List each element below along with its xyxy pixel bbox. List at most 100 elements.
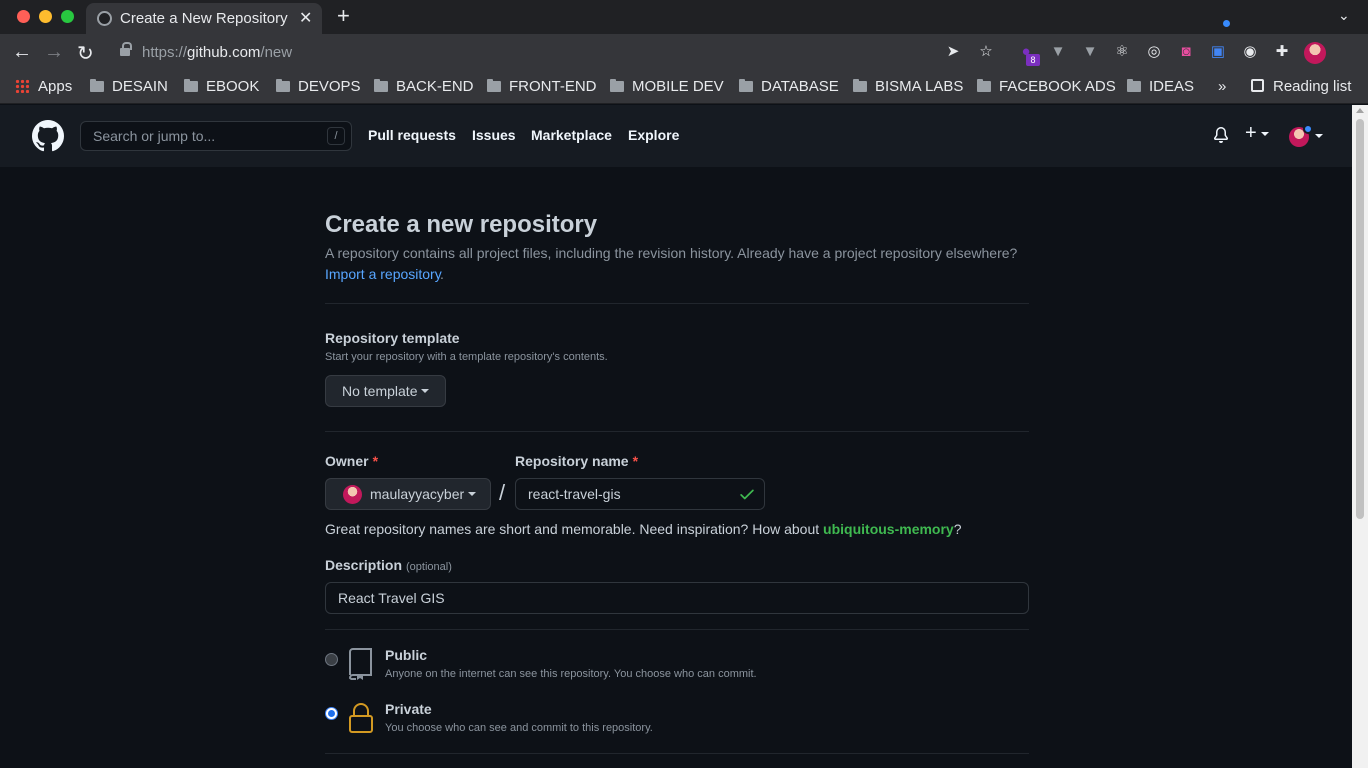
browser-tab-bar: Create a New Repository ✕ + ⌄ bbox=[0, 0, 1368, 34]
target-extension-icon[interactable]: ◎ bbox=[1145, 43, 1163, 61]
url-path: /new bbox=[260, 44, 293, 61]
template-select-button[interactable]: No template bbox=[325, 375, 446, 407]
lock-icon[interactable] bbox=[120, 42, 132, 58]
caret-down-icon bbox=[468, 492, 477, 496]
bookmark-folder[interactable]: EBOOK bbox=[184, 78, 259, 95]
visibility-public-title: Public bbox=[385, 647, 428, 663]
url-host: github.com bbox=[187, 44, 261, 61]
github-favicon-icon bbox=[97, 11, 112, 26]
nav-pull-requests[interactable]: Pull requests bbox=[368, 127, 456, 143]
folder-icon bbox=[610, 79, 624, 92]
vue-devtools-icon[interactable]: ▼ bbox=[1049, 43, 1067, 61]
tab-close-icon[interactable]: ✕ bbox=[299, 8, 312, 28]
divider bbox=[325, 629, 1029, 630]
nav-issues[interactable]: Issues bbox=[472, 127, 516, 143]
template-note: Start your repository with a template re… bbox=[325, 351, 608, 363]
owner-label: Owner * bbox=[325, 453, 379, 469]
bookmark-folder[interactable]: DEVOPS bbox=[276, 78, 361, 95]
check-icon bbox=[740, 489, 754, 500]
bookmark-folder[interactable]: DESAIN bbox=[90, 78, 168, 95]
nav-marketplace[interactable]: Marketplace bbox=[531, 127, 612, 143]
back-arrow-icon[interactable]: ← bbox=[12, 41, 32, 64]
extension-badge: 8 bbox=[1026, 54, 1040, 66]
bookmark-folder[interactable]: BACK-END bbox=[374, 78, 474, 95]
color-picker-icon[interactable]: ◙ bbox=[1177, 43, 1195, 61]
visibility-private-desc: You choose who can see and commit to thi… bbox=[385, 722, 653, 734]
bookmark-star-icon[interactable]: ☆ bbox=[977, 43, 995, 61]
github-header: / Pull requests Issues Marketplace Explo… bbox=[0, 105, 1352, 167]
owner-repo-separator: / bbox=[499, 480, 506, 505]
owner-select-button[interactable]: maulayyacyber bbox=[325, 478, 491, 510]
reload-icon[interactable]: ↻ bbox=[77, 41, 94, 66]
extensions-puzzle-icon[interactable]: ✚ bbox=[1273, 43, 1291, 61]
browser-toolbar: ← → ↻ https://github.com/new ➤ ☆ ● ▼ ▼ ⚛… bbox=[0, 34, 1368, 95]
page-subtitle: A repository contains all project files,… bbox=[325, 245, 1018, 261]
scroll-thumb[interactable] bbox=[1356, 119, 1364, 519]
divider bbox=[325, 431, 1029, 432]
page-title: Create a new repository bbox=[325, 211, 598, 238]
bookmark-apps[interactable]: Apps bbox=[15, 78, 72, 95]
folder-icon bbox=[853, 79, 867, 92]
forward-arrow-icon[interactable]: → bbox=[44, 41, 64, 64]
bookmark-folder[interactable]: FRONT-END bbox=[487, 78, 597, 95]
folder-icon bbox=[374, 79, 388, 92]
description-input[interactable] bbox=[325, 582, 1029, 614]
bookmark-folder[interactable]: FACEBOOK ADS bbox=[977, 78, 1116, 95]
window-maximize-button[interactable] bbox=[61, 10, 74, 23]
folder-icon bbox=[90, 79, 104, 92]
bookmark-folder[interactable]: BISMA LABS bbox=[853, 78, 963, 95]
reading-list-icon bbox=[1251, 79, 1264, 92]
folder-icon bbox=[739, 79, 753, 92]
caret-down-icon[interactable] bbox=[1311, 128, 1323, 146]
bookmarks-overflow-chevron[interactable]: » bbox=[1218, 78, 1226, 95]
reading-list[interactable]: Reading list bbox=[1251, 78, 1351, 95]
divider bbox=[325, 303, 1029, 304]
nav-explore[interactable]: Explore bbox=[628, 127, 679, 143]
folder-icon bbox=[276, 79, 290, 92]
notifications-bell-icon[interactable] bbox=[1213, 127, 1229, 143]
visibility-public-radio[interactable] bbox=[325, 653, 338, 666]
google-translate-icon[interactable]: ▣ bbox=[1209, 43, 1227, 61]
send-icon[interactable]: ➤ bbox=[944, 43, 962, 61]
page-scrollbar[interactable] bbox=[1352, 105, 1368, 768]
scroll-up-arrow-icon[interactable] bbox=[1356, 108, 1364, 113]
visibility-private-radio[interactable] bbox=[325, 707, 338, 720]
folder-icon bbox=[184, 79, 198, 92]
import-repository-link[interactable]: Import a repository bbox=[325, 266, 442, 282]
search-input[interactable] bbox=[81, 122, 321, 150]
tab-title: Create a New Repository bbox=[120, 10, 288, 27]
required-marker: * bbox=[372, 453, 379, 469]
name-suggestion: Great repository names are short and mem… bbox=[325, 521, 962, 537]
vue-devtools-2-icon[interactable]: ▼ bbox=[1081, 43, 1099, 61]
extension-circle-icon[interactable]: ◉ bbox=[1241, 43, 1259, 61]
notification-dot bbox=[1223, 20, 1230, 27]
bookmarks-bar: Apps DESAIN EBOOK DEVOPS BACK-END FRONT-… bbox=[0, 72, 1368, 104]
search-box[interactable]: / bbox=[80, 121, 352, 151]
new-tab-button[interactable]: + bbox=[337, 3, 350, 29]
browser-tab[interactable]: Create a New Repository ✕ bbox=[86, 3, 322, 34]
create-new-menu[interactable]: + bbox=[1245, 122, 1269, 145]
folder-icon bbox=[977, 79, 991, 92]
github-logo-icon[interactable] bbox=[32, 120, 64, 152]
bookmark-folder[interactable]: IDEAS bbox=[1127, 78, 1194, 95]
description-label: Description (optional) bbox=[325, 557, 452, 573]
visibility-private-title: Private bbox=[385, 701, 432, 717]
window-minimize-button[interactable] bbox=[39, 10, 52, 23]
repository-name-input[interactable] bbox=[515, 478, 765, 510]
lock-icon bbox=[349, 703, 373, 733]
bookmark-folder[interactable]: MOBILE DEV bbox=[610, 78, 724, 95]
bookmark-folder[interactable]: DATABASE bbox=[739, 78, 839, 95]
profile-avatar[interactable] bbox=[1304, 42, 1326, 64]
suggested-name-link[interactable]: ubiquitous-memory bbox=[823, 521, 954, 537]
apps-grid-icon bbox=[15, 79, 29, 93]
optional-hint: (optional) bbox=[406, 561, 452, 573]
divider bbox=[325, 753, 1029, 754]
owner-avatar bbox=[343, 485, 362, 504]
tab-search-chevron-icon[interactable]: ⌄ bbox=[1338, 7, 1350, 24]
react-devtools-icon[interactable]: ⚛ bbox=[1113, 43, 1131, 61]
address-bar[interactable]: https://github.com/new bbox=[142, 44, 292, 61]
window-close-button[interactable] bbox=[17, 10, 30, 23]
import-period: . bbox=[440, 266, 444, 282]
caret-down-icon bbox=[421, 389, 430, 393]
visibility-public-desc: Anyone on the internet can see this repo… bbox=[385, 668, 757, 680]
